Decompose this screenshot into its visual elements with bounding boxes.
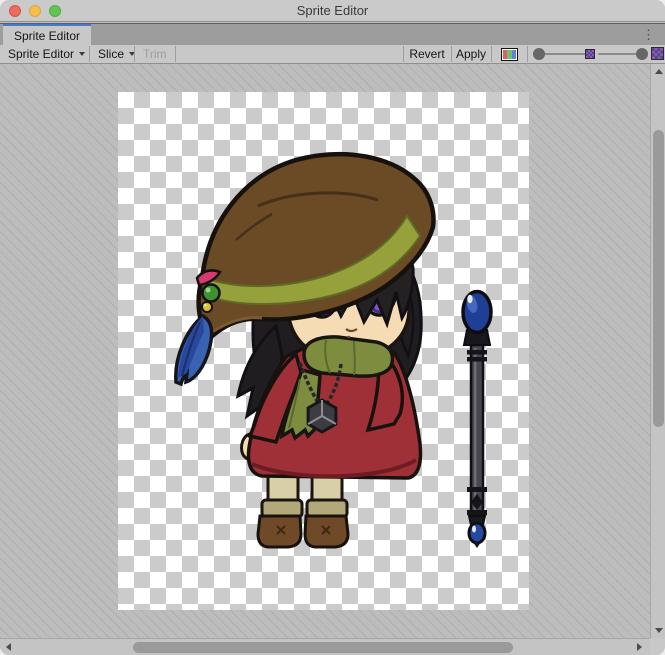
- trim-button-label: Trim: [143, 47, 167, 61]
- tab-sprite-editor[interactable]: Sprite Editor: [3, 24, 91, 46]
- kebab-menu-icon[interactable]: ⋮: [642, 26, 655, 44]
- scroll-down-arrow-icon[interactable]: [655, 628, 663, 633]
- chevron-down-icon: [79, 52, 85, 56]
- sprite-editor-dropdown[interactable]: Sprite Editor: [0, 45, 93, 63]
- mip-slider-track[interactable]: [598, 53, 640, 55]
- window-title: Sprite Editor: [0, 3, 665, 18]
- slice-dropdown-label: Slice: [98, 47, 124, 61]
- mip-small-icon: [585, 49, 595, 59]
- sprite-editor-window: Sprite Editor Sprite Editor ⋮ Sprite Edi…: [0, 0, 665, 655]
- mip-large-icon: [651, 47, 664, 60]
- toolbar-separator: [491, 46, 492, 62]
- vertical-scrollbar-thumb[interactable]: [653, 130, 664, 427]
- tab-label: Sprite Editor: [14, 29, 80, 43]
- rgb-channels-icon[interactable]: [501, 48, 518, 61]
- revert-button[interactable]: Revert: [404, 45, 450, 63]
- scroll-right-arrow-icon[interactable]: [637, 643, 642, 651]
- scroll-left-arrow-icon[interactable]: [6, 643, 11, 651]
- apply-button-label: Apply: [456, 47, 486, 61]
- horizontal-scrollbar[interactable]: [0, 638, 650, 655]
- zoom-slider-thumb[interactable]: [533, 48, 545, 60]
- toolbar-separator: [527, 46, 528, 62]
- horizontal-scrollbar-thumb[interactable]: [133, 642, 513, 653]
- title-bar[interactable]: Sprite Editor: [0, 0, 665, 22]
- mip-slider-thumb[interactable]: [636, 48, 648, 60]
- scroll-up-arrow-icon[interactable]: [655, 69, 663, 74]
- tab-bar: Sprite Editor ⋮: [0, 23, 665, 45]
- scrollbar-corner: [650, 638, 665, 655]
- toolbar-separator: [175, 46, 176, 62]
- trim-button[interactable]: Trim: [135, 45, 175, 63]
- sprite-editor-dropdown-label: Sprite Editor: [8, 47, 74, 61]
- vertical-scrollbar[interactable]: [650, 64, 665, 638]
- revert-button-label: Revert: [409, 47, 444, 61]
- blue-channel-swatch: [512, 50, 516, 59]
- texture-transparency-checkerboard: [118, 92, 529, 610]
- apply-button[interactable]: Apply: [452, 45, 490, 63]
- canvas-viewport[interactable]: [0, 64, 650, 638]
